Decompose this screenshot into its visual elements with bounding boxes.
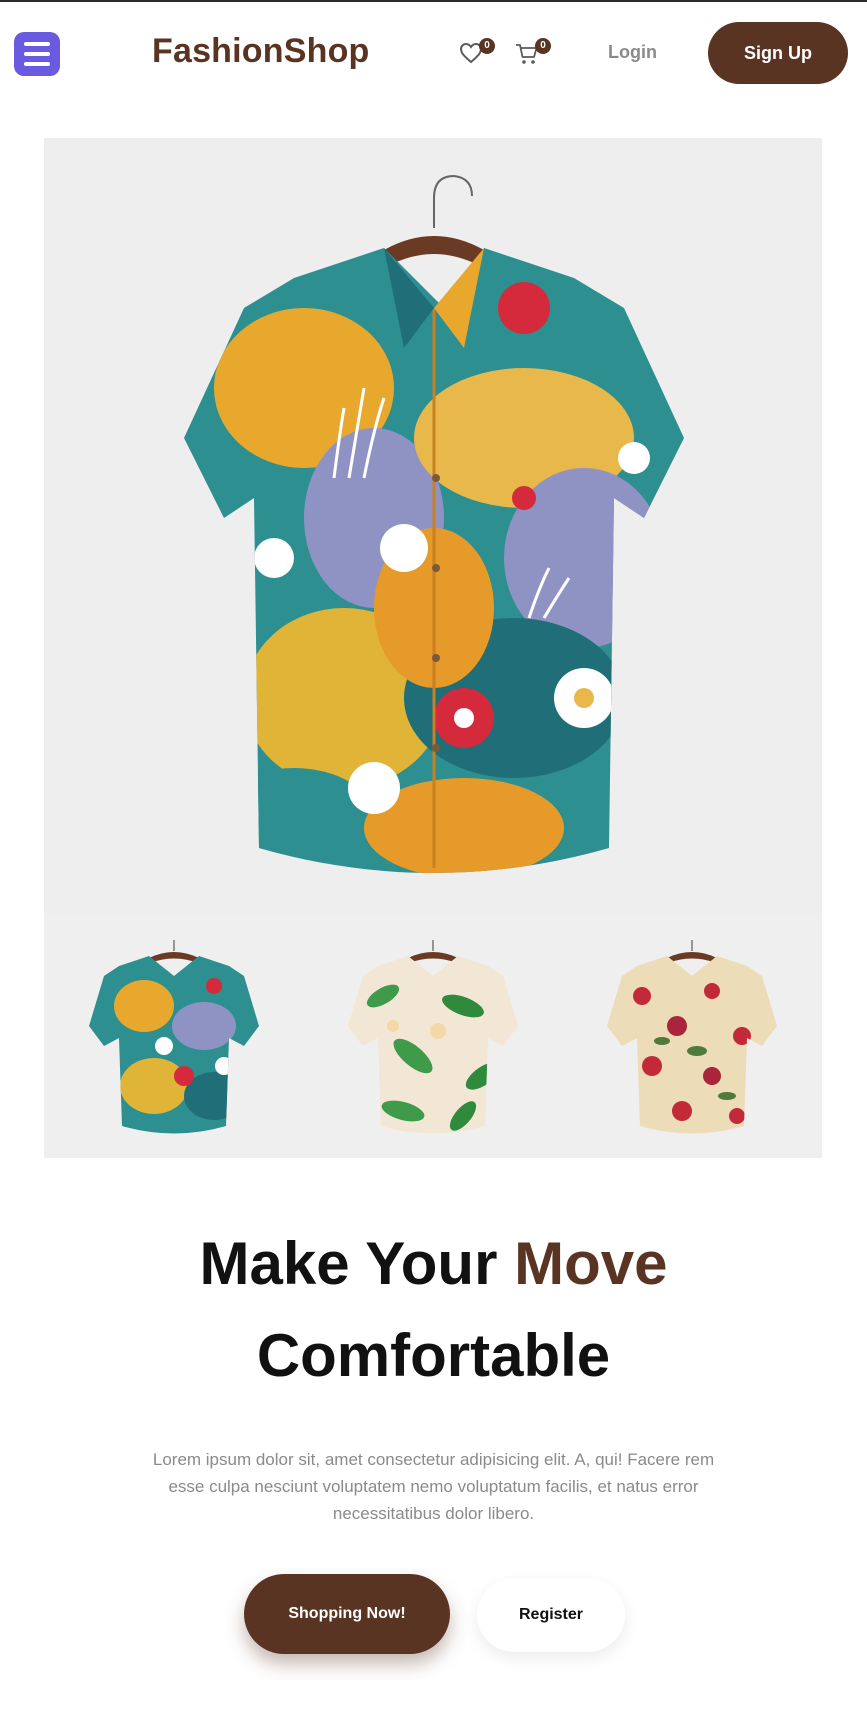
- floral-shirt-thumbnail: [607, 940, 778, 1134]
- cart-count-badge: 0: [535, 38, 551, 54]
- brand-logo[interactable]: FashionShop: [152, 32, 370, 71]
- login-link[interactable]: Login: [608, 42, 657, 63]
- headline-text: Make Your: [199, 1230, 515, 1297]
- thumbnail-strip: [44, 914, 822, 1158]
- hamburger-menu-button[interactable]: [14, 32, 60, 76]
- main-product-image[interactable]: [44, 138, 822, 910]
- hero-actions: Shopping Now! Register: [0, 1574, 867, 1658]
- signup-button[interactable]: Sign Up: [708, 22, 848, 84]
- cart-button[interactable]: 0: [515, 38, 551, 66]
- product-gallery: [44, 138, 822, 1158]
- shopping-now-button[interactable]: Shopping Now!: [244, 1574, 450, 1654]
- wishlist-count-badge: 0: [479, 38, 495, 54]
- menu-bar: [24, 62, 50, 66]
- hero-headline: Make Your Move Comfortable: [0, 1218, 867, 1402]
- hero-description: Lorem ipsum dolor sit, amet consectetur …: [152, 1450, 715, 1523]
- thumbnail-1[interactable]: [44, 914, 303, 1158]
- thumbnail-2[interactable]: [303, 914, 562, 1158]
- abstract-shirt-thumbnail: [88, 940, 259, 1134]
- headline-text-line2: Comfortable: [256, 1322, 611, 1389]
- headline-accent: Move: [514, 1230, 668, 1297]
- menu-bar: [24, 52, 50, 56]
- shirt-image: [184, 174, 684, 873]
- site-header: FashionShop 0 0 Login Sign Up: [0, 2, 867, 102]
- tropical-shirt-thumbnail: [347, 940, 518, 1134]
- wishlist-button[interactable]: 0: [459, 38, 495, 66]
- register-button[interactable]: Register: [477, 1578, 625, 1652]
- thumbnail-3[interactable]: [563, 914, 822, 1158]
- menu-bar: [24, 42, 50, 46]
